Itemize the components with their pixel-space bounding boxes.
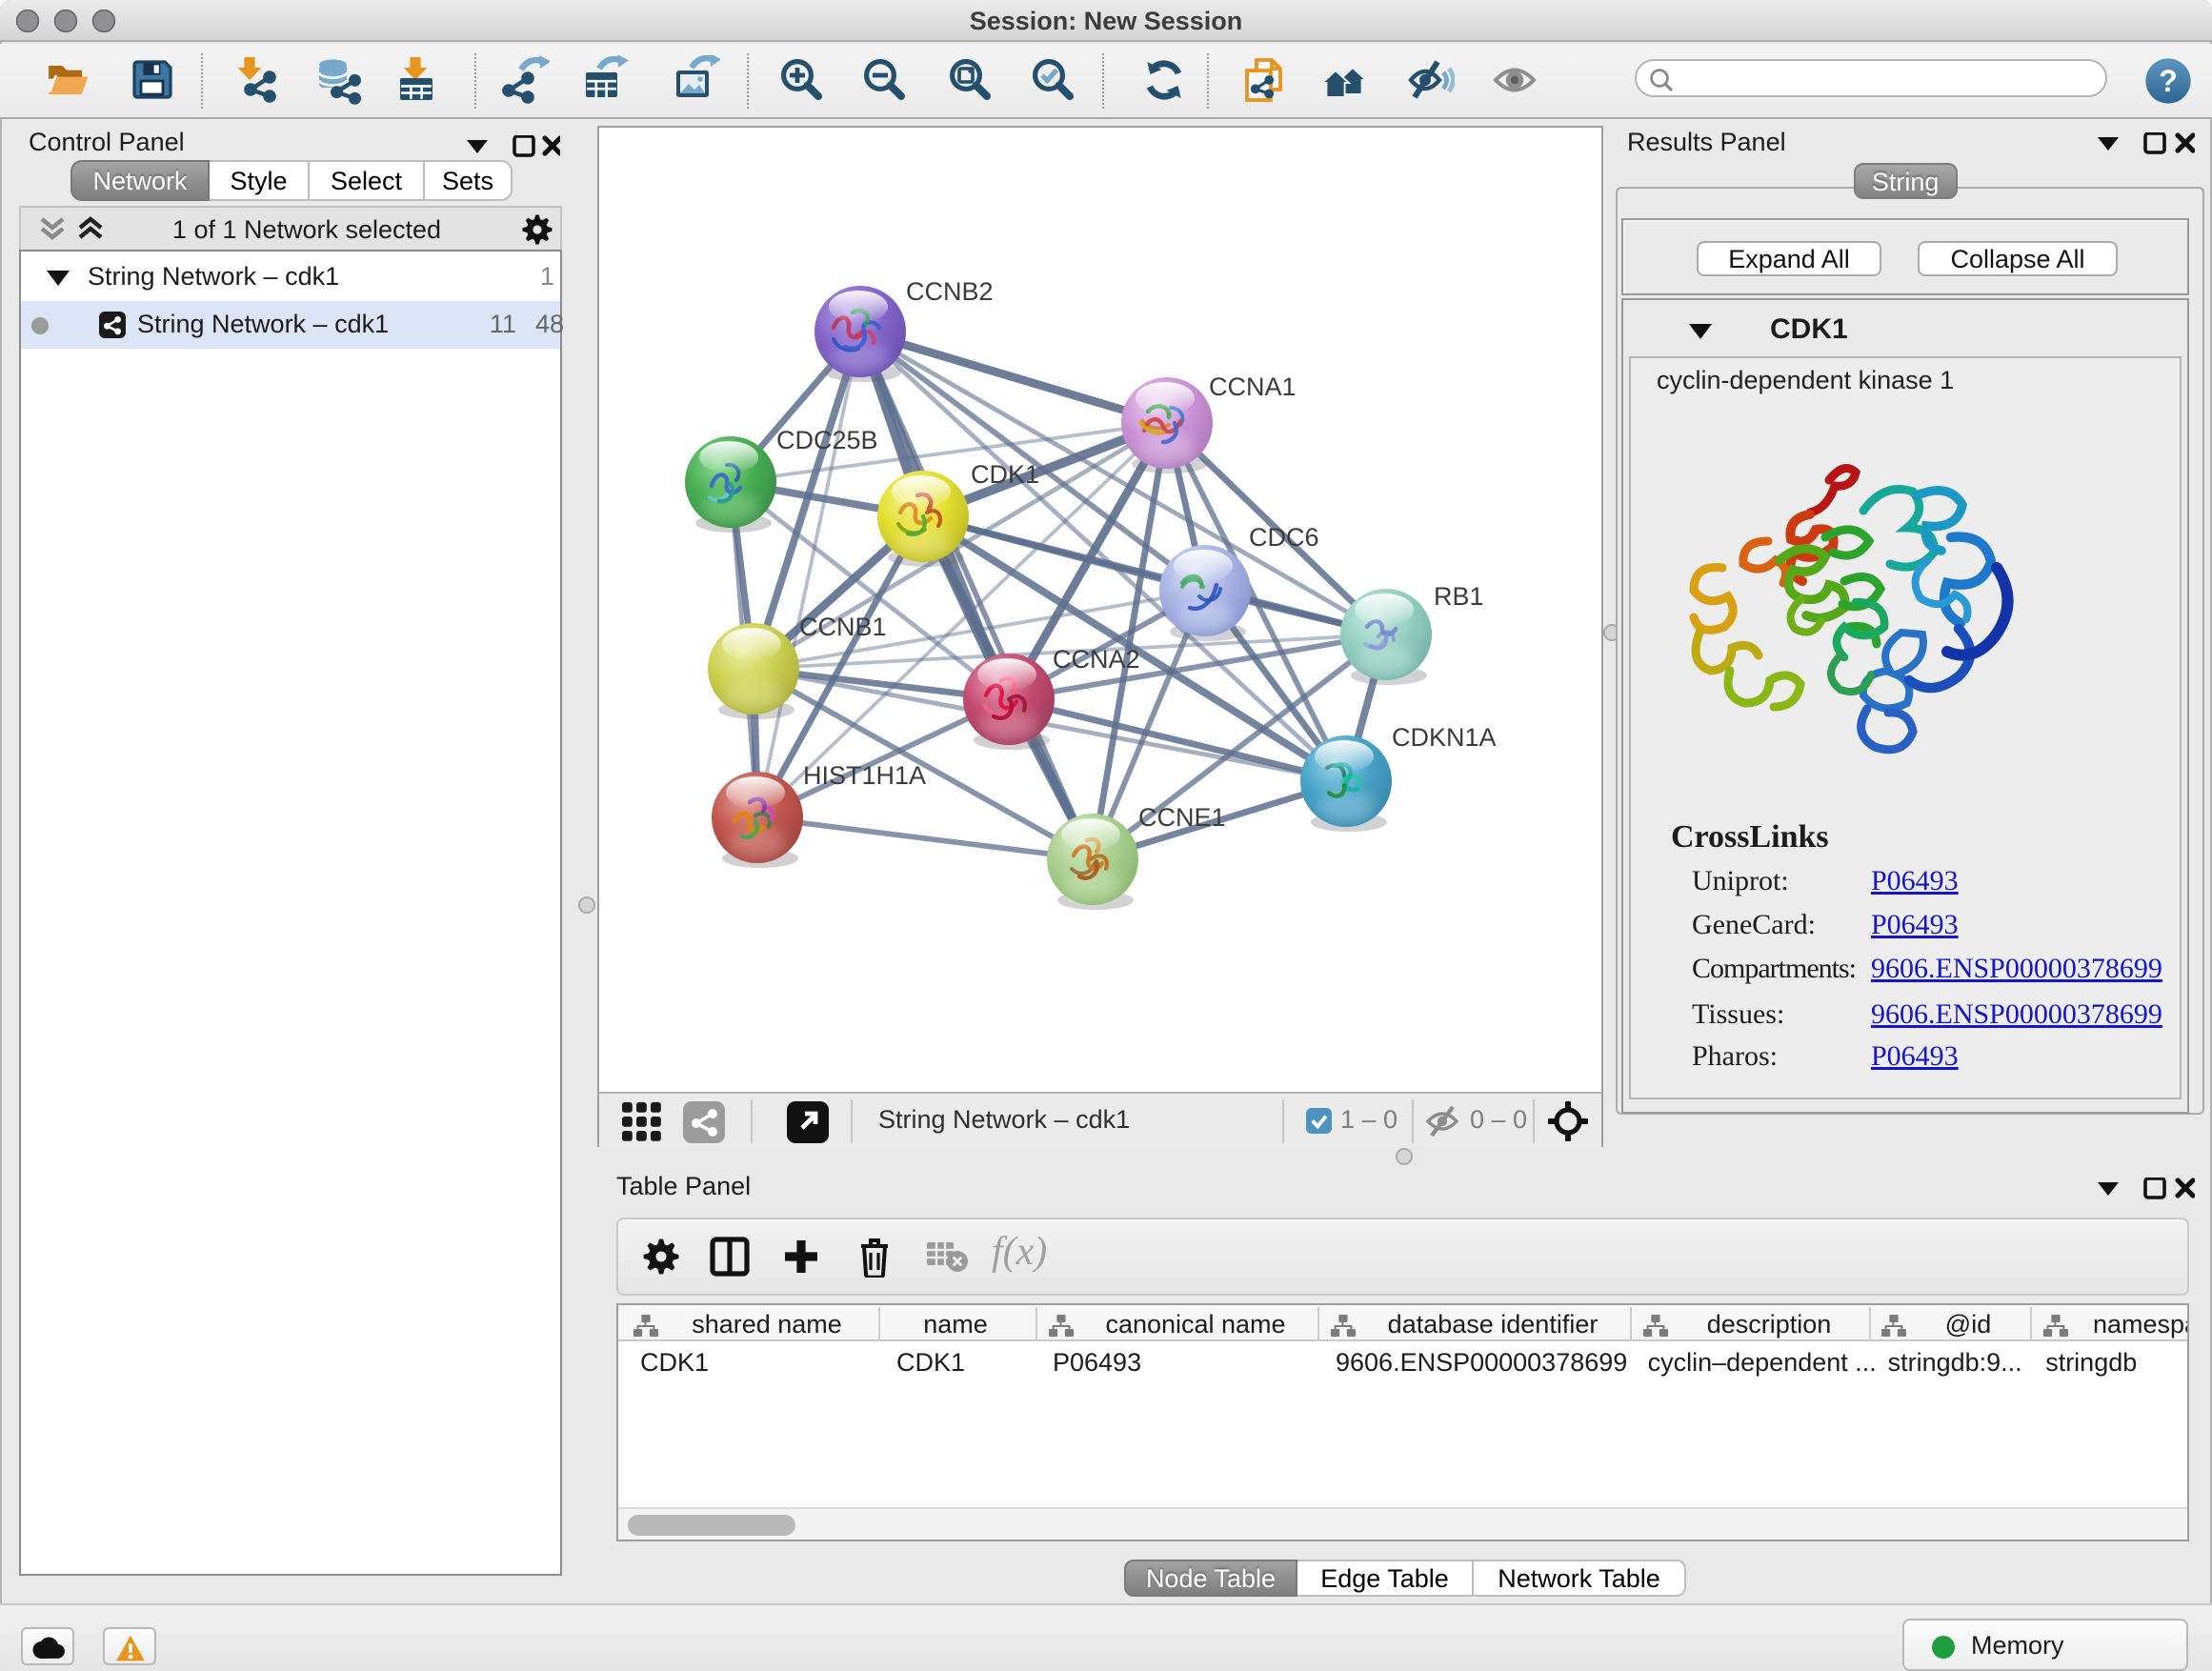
svg-text:HIST1H1A: HIST1H1A	[803, 761, 926, 790]
svg-text:CCNA2: CCNA2	[1053, 645, 1140, 674]
svg-text:CCNA1: CCNA1	[1209, 372, 1297, 401]
svg-text:CCNE1: CCNE1	[1138, 803, 1226, 832]
svg-text:CCNB1: CCNB1	[799, 613, 887, 641]
svg-text:CDKN1A: CDKN1A	[1392, 723, 1497, 752]
svg-text:CCNB2: CCNB2	[906, 277, 994, 306]
svg-text:RB1: RB1	[1434, 582, 1484, 611]
svg-text:CDC6: CDC6	[1249, 523, 1319, 552]
svg-text:CDC25B: CDC25B	[776, 426, 878, 454]
svg-text:CDK1: CDK1	[971, 460, 1039, 489]
svg-text:?: ?	[2159, 64, 2178, 98]
